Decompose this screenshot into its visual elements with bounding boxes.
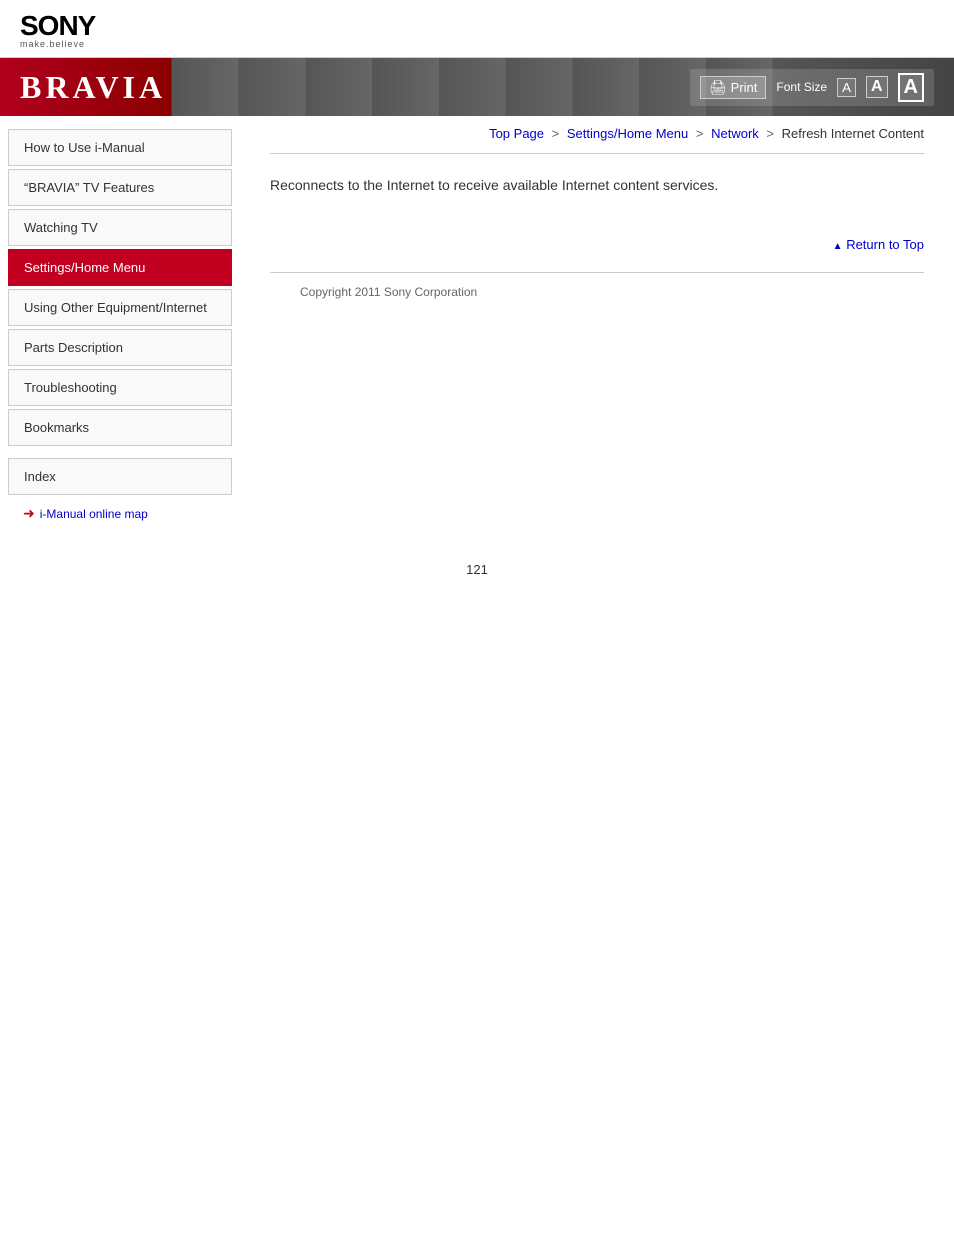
arrow-icon: ➜ [23,505,35,522]
breadcrumb-separator-1: > [552,126,563,141]
breadcrumb-top-page[interactable]: Top Page [489,126,544,141]
sidebar-item-settings-home-menu[interactable]: Settings/Home Menu [8,249,232,286]
print-button[interactable]: 🖨 Print [700,76,767,99]
banner-controls: 🖨 Print Font Size A A A [690,69,934,106]
body-text: Reconnects to the Internet to receive av… [270,174,924,196]
breadcrumb: Top Page > Settings/Home Menu > Network … [270,116,924,149]
return-to-top-row: ▲ Return to Top [270,216,924,262]
bravia-title: BRAVIA [20,69,166,106]
print-label: Print [731,80,758,95]
sony-logo: SONY make.believe [20,12,934,49]
header: SONY make.believe [0,0,954,58]
print-icon: 🖨 [709,79,727,96]
sidebar-item-bravia-features[interactable]: “BRAVIA” TV Features [8,169,232,206]
triangle-icon: ▲ [833,241,843,252]
sony-brand: SONY [20,12,934,40]
font-size-label: Font Size [776,80,827,94]
sidebar-item-bookmarks[interactable]: Bookmarks [8,409,232,446]
font-size-medium-button[interactable]: A [866,76,888,98]
sidebar-item-using-other-equipment[interactable]: Using Other Equipment/Internet [8,289,232,326]
breadcrumb-current: Refresh Internet Content [782,126,924,141]
return-to-top-label: Return to Top [846,237,924,252]
footer: Copyright 2011 Sony Corporation [270,273,924,311]
imanual-online-map-label: i-Manual online map [40,507,148,521]
sidebar-item-how-to-use[interactable]: How to Use i-Manual [8,129,232,166]
page-number: 121 [0,542,954,597]
font-size-small-button[interactable]: A [837,78,856,97]
breadcrumb-settings[interactable]: Settings/Home Menu [567,126,688,141]
main-container: How to Use i-Manual “BRAVIA” TV Features… [0,116,954,542]
breadcrumb-separator-2: > [696,126,707,141]
return-to-top-link[interactable]: ▲ Return to Top [833,237,924,252]
content-divider [270,153,924,154]
sidebar-item-parts-description[interactable]: Parts Description [8,329,232,366]
breadcrumb-separator-3: > [766,126,777,141]
breadcrumb-network[interactable]: Network [711,126,759,141]
sidebar-item-index[interactable]: Index [8,458,232,495]
font-size-large-button[interactable]: A [898,73,924,102]
sidebar: How to Use i-Manual “BRAVIA” TV Features… [0,116,240,542]
copyright-text: Copyright 2011 Sony Corporation [300,285,477,299]
sidebar-item-troubleshooting[interactable]: Troubleshooting [8,369,232,406]
sidebar-item-watching-tv[interactable]: Watching TV [8,209,232,246]
sony-tagline: make.believe [20,40,934,49]
content-body: Reconnects to the Internet to receive av… [270,174,924,216]
bravia-banner: BRAVIA 🖨 Print Font Size A A A [0,58,954,116]
imanual-online-map-link[interactable]: ➜ i-Manual online map [8,499,232,528]
content-area: Top Page > Settings/Home Menu > Network … [240,116,954,542]
